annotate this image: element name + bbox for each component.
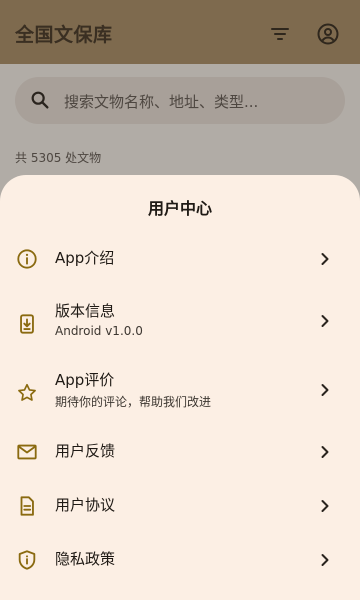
menu-item-feedback[interactable]: 用户反馈	[0, 425, 360, 479]
info-icon	[17, 249, 37, 269]
menu-item-label: App介绍	[55, 249, 115, 267]
menu-item-app-intro[interactable]: App介绍	[0, 232, 360, 286]
menu-item-user-agreement[interactable]: 用户协议	[0, 479, 360, 533]
chevron-right-icon	[321, 446, 329, 458]
menu-item-privacy-policy[interactable]: 隐私政策	[0, 533, 360, 587]
menu-item-version[interactable]: 版本信息 Android v1.0.0	[0, 293, 360, 353]
star-icon	[18, 383, 36, 401]
document-icon	[20, 496, 34, 516]
menu-item-label: 版本信息	[55, 302, 116, 320]
filter-icon[interactable]	[268, 22, 292, 46]
app-bar: 全国文保库	[0, 0, 360, 64]
menu-item-label: 隐私政策	[55, 550, 116, 568]
result-count: 共 5305 处文物	[15, 151, 102, 165]
app-title: 全国文保库	[15, 24, 113, 46]
search-placeholder: 搜索文物名称、地址、类型...	[64, 93, 259, 111]
chevron-right-icon	[321, 384, 329, 396]
menu-item-app-rating[interactable]: App评价 期待你的评论，帮助我们改进	[0, 362, 360, 422]
search-icon	[31, 91, 49, 109]
menu-item-label: 用户反馈	[55, 442, 116, 460]
menu-item-label: App评价	[55, 371, 115, 389]
chevron-right-icon	[321, 500, 329, 512]
user-center-sheet: 用户中心 App介绍 版本信息 Android v1.0.0 App评价 期待你	[0, 175, 360, 600]
shield-icon	[18, 550, 36, 570]
sheet-title: 用户中心	[147, 199, 212, 218]
chevron-right-icon	[321, 554, 329, 566]
mail-icon	[17, 444, 37, 460]
menu-item-subtitle: Android v1.0.0	[55, 324, 143, 338]
menu-item-subtitle: 期待你的评论，帮助我们改进	[55, 395, 212, 409]
chevron-right-icon	[321, 315, 329, 327]
account-icon[interactable]	[316, 22, 340, 46]
version-download-icon	[20, 314, 34, 334]
chevron-right-icon	[321, 253, 329, 265]
search-input[interactable]: 搜索文物名称、地址、类型...	[15, 77, 345, 124]
menu-item-label: 用户协议	[55, 496, 116, 514]
